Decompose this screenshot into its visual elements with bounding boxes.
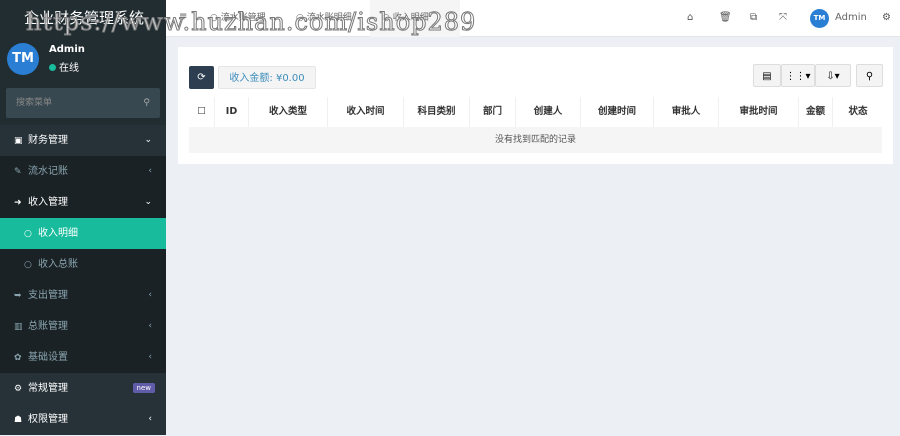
search-placeholder: 搜索菜单: [16, 98, 53, 108]
sidebar-item-income-detail[interactable]: ○ 收入明细: [0, 218, 166, 249]
sidebar-item-expense[interactable]: ➥ 支出管理 ‹: [0, 280, 166, 311]
header-user-name[interactable]: Admin: [835, 12, 867, 23]
columns-button[interactable]: ⋮⋮▾: [781, 64, 815, 87]
circle-icon: ○: [24, 229, 32, 239]
column-header[interactable]: 科目类别: [404, 97, 470, 127]
chevron-left-icon: ‹: [148, 321, 152, 331]
tab-journal-detail[interactable]: ○ 流水账明细: [296, 0, 368, 37]
tab-label: 收入明细: [392, 13, 429, 23]
label: 财务管理: [28, 135, 68, 146]
tab-label: 流水账管理: [220, 13, 266, 23]
label: 流水记账: [28, 166, 68, 177]
settings-cogs-icon[interactable]: ⚙: [882, 12, 891, 23]
sidebar-item-journal[interactable]: ✎ 流水记账 ‹: [0, 156, 166, 187]
column-header[interactable]: 收入时间: [328, 97, 404, 127]
app-title: 企业财务管理系统: [0, 0, 166, 37]
column-header[interactable]: 审批时间: [719, 97, 799, 127]
trash-icon[interactable]: 🗑: [719, 12, 732, 23]
tab-income-detail[interactable]: ○ 收入明细: [370, 0, 460, 37]
menu-search-input[interactable]: 搜索菜单 ⚲: [6, 88, 160, 118]
column-header[interactable]: 创建时间: [581, 97, 654, 127]
money-icon: ▣: [14, 136, 23, 146]
sidebar-item-income[interactable]: ➜ 收入管理 ⌄: [0, 187, 166, 218]
label: 支出管理: [28, 290, 68, 301]
top-header: ≡ ○ 流水账管理 ○ 流水账明细 ○ 收入明细 ⌂ 🗑 ⧉ ⤧ TM Admi…: [166, 0, 900, 37]
column-header[interactable]: 金额: [799, 97, 833, 127]
sidebar-item-ledger[interactable]: ▥ 总账管理 ‹: [0, 311, 166, 342]
chevron-down-icon: ⌄: [144, 197, 152, 207]
label: 基础设置: [28, 352, 68, 363]
label: 收入管理: [28, 197, 68, 208]
avatar: TM: [7, 43, 39, 75]
user-panel: TM Admin 在线: [0, 37, 166, 85]
export-button[interactable]: ⇩▾: [815, 64, 851, 87]
gear-icon: ✿: [14, 353, 22, 363]
column-header[interactable]: 收入类型: [249, 97, 328, 127]
sidebar-item-settings[interactable]: ✿ 基础设置 ‹: [0, 342, 166, 373]
column-header[interactable]: 审批人: [654, 97, 719, 127]
chevron-left-icon: ‹: [148, 352, 152, 362]
cogs-icon: ⚙: [14, 384, 23, 394]
fullscreen-icon[interactable]: ⤧: [779, 12, 787, 23]
column-header[interactable]: 状态: [833, 97, 883, 127]
status-text: 在线: [59, 63, 79, 74]
tab-label: 流水账明细: [306, 13, 352, 23]
income-amount-button[interactable]: 收入金额: ¥0.00: [218, 66, 316, 89]
label: 权限管理: [28, 414, 68, 425]
label: 常规管理: [28, 383, 68, 394]
chevron-left-icon: ‹: [148, 414, 152, 424]
refresh-button[interactable]: ⟳: [189, 66, 214, 89]
label: 收入明细: [38, 228, 78, 239]
user-status: 在线: [49, 59, 79, 74]
menu-toggle-icon[interactable]: ≡: [179, 11, 187, 22]
home-icon[interactable]: ⌂: [687, 12, 693, 23]
column-header[interactable]: 创建人: [516, 97, 581, 127]
edit-icon: ✎: [14, 167, 22, 177]
language-icon[interactable]: ⧉: [750, 12, 757, 23]
search-toggle-button[interactable]: ⚲: [856, 64, 883, 87]
group-icon: ☗: [14, 415, 23, 425]
toggle-view-button[interactable]: ▤: [753, 64, 781, 87]
chevron-down-icon: ⌄: [144, 135, 152, 145]
sign-out-icon: ➥: [14, 291, 22, 301]
sign-in-icon: ➜: [14, 198, 22, 208]
tab-journal-manage[interactable]: ○ 流水账管理: [210, 0, 280, 37]
sidebar: 企业财务管理系统 TM Admin 在线 搜索菜单 ⚲ ▣ 财务管理 ⌄ ✎ 流水记账 ‹…: [0, 0, 166, 435]
column-header[interactable]: ID: [215, 97, 249, 127]
circle-icon: ○: [24, 260, 32, 270]
chevron-left-icon: ‹: [148, 166, 152, 176]
select-all-checkbox[interactable]: ☐: [189, 97, 215, 127]
bar-chart-icon: ▥: [14, 322, 23, 332]
sidebar-item-finance[interactable]: ▣ 财务管理 ⌄: [0, 125, 166, 156]
online-dot-icon: [49, 64, 56, 71]
column-header[interactable]: 部门: [470, 97, 516, 127]
search-icon[interactable]: ⚲: [143, 88, 150, 118]
user-name: Admin: [49, 44, 85, 55]
empty-table-message: 没有找到匹配的记录: [189, 127, 882, 153]
content-panel: ⟳ 收入金额: ¥0.00 ▤ ⋮⋮▾ ⇩▾ ⚲ ☐ ID 收入类型 收入时间 …: [178, 47, 893, 164]
sidebar-item-income-ledger[interactable]: ○ 收入总账: [0, 249, 166, 280]
label: 总账管理: [28, 321, 68, 332]
new-badge: new: [132, 383, 155, 393]
label: 收入总账: [38, 259, 78, 270]
sidebar-item-general[interactable]: ⚙ 常规管理 new: [0, 373, 166, 404]
chevron-left-icon: ‹: [148, 290, 152, 300]
sidebar-item-permissions[interactable]: ☗ 权限管理 ‹: [0, 404, 166, 435]
header-avatar[interactable]: TM: [810, 9, 829, 28]
sidebar-menu: ▣ 财务管理 ⌄ ✎ 流水记账 ‹ ➜ 收入管理 ⌄ ○ 收入明细 ○ 收入总账 ➥ 支出管理 ‹ …: [0, 125, 166, 435]
